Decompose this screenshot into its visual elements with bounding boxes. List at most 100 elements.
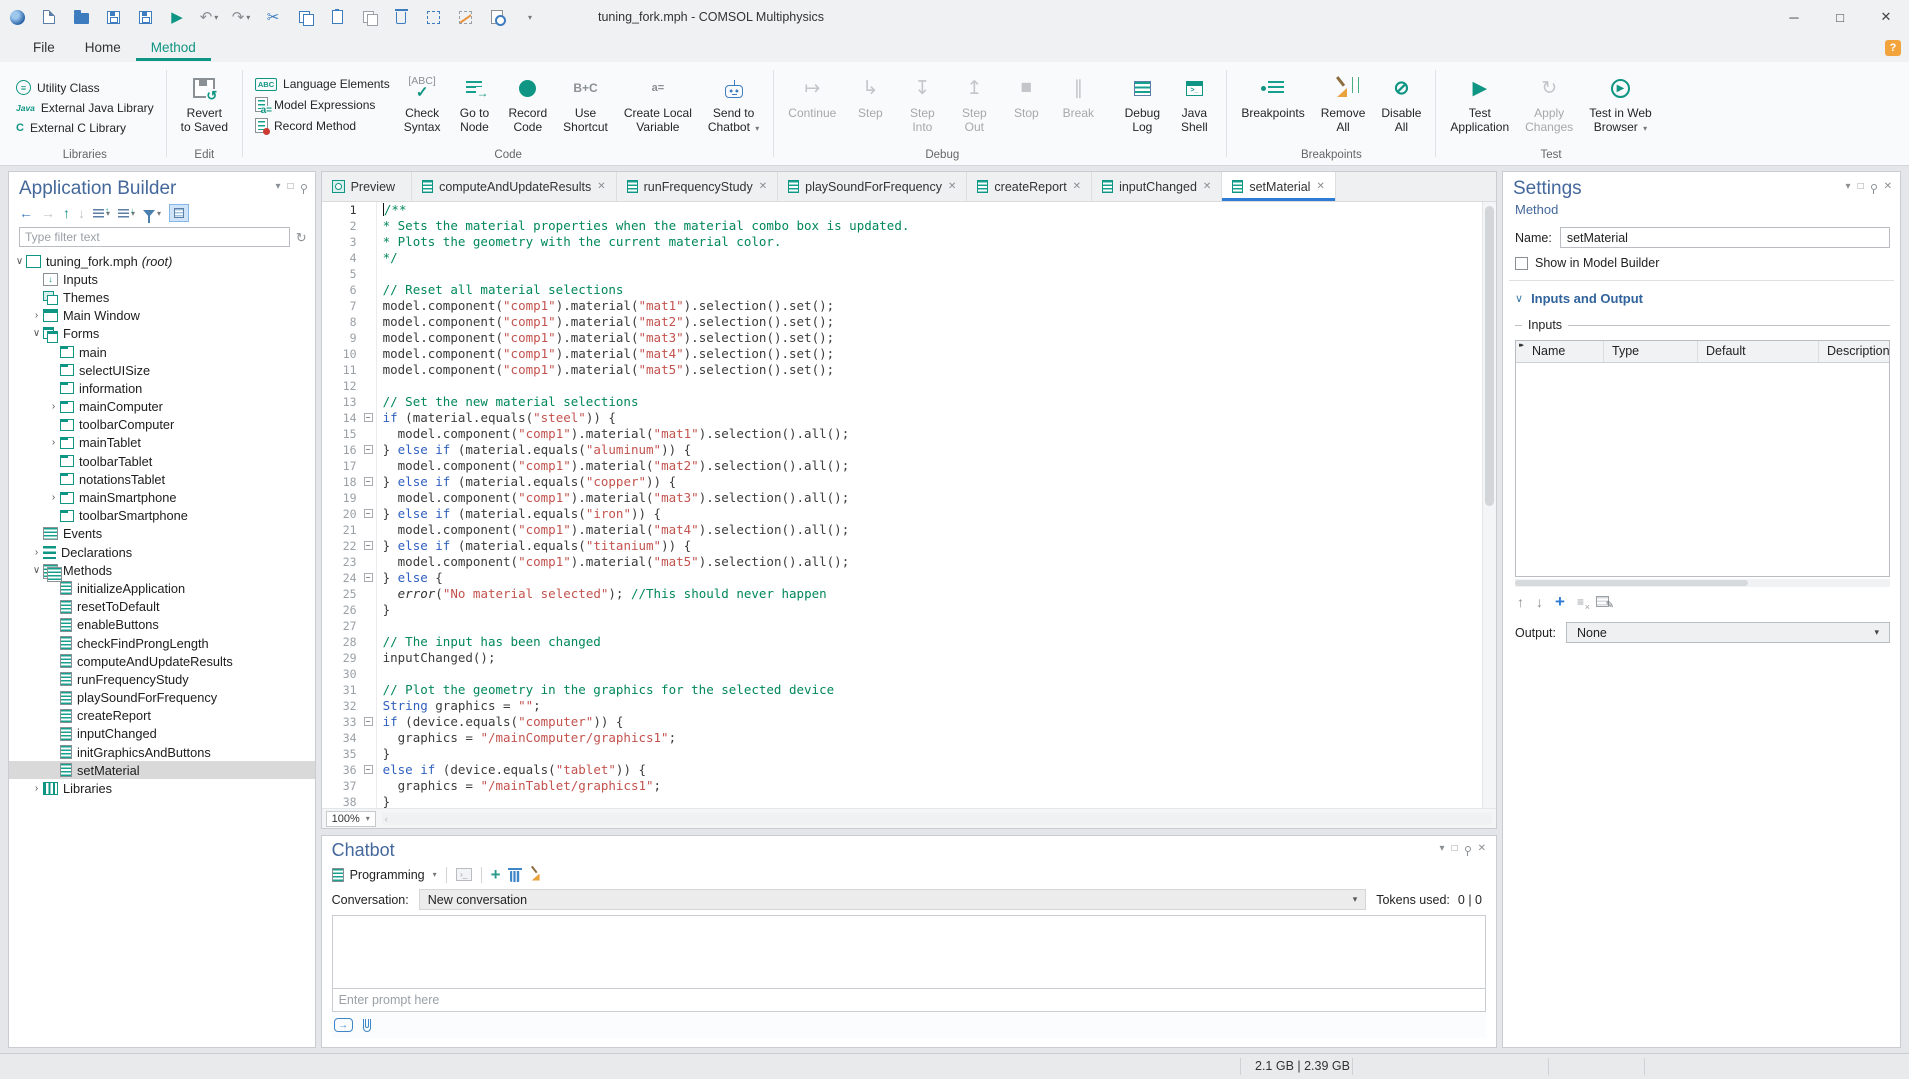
expand-all-icon[interactable]: ↑▾ bbox=[93, 209, 110, 218]
test-application-button[interactable]: ▶ Test Application bbox=[1442, 67, 1517, 134]
toolbar-overflow-icon[interactable]: ▾ bbox=[520, 8, 538, 26]
java-shell-button[interactable]: >_ Java Shell bbox=[1168, 67, 1220, 134]
send-prompt-icon[interactable]: → bbox=[334, 1018, 353, 1032]
tree-expander-icon[interactable]: ∨ bbox=[30, 328, 43, 339]
remove-all-button[interactable]: Remove All bbox=[1313, 67, 1374, 134]
code-line[interactable]: 21 model.component("comp1").material("ma… bbox=[322, 522, 1482, 538]
editor-tab[interactable]: computeAndUpdateResults ✕ bbox=[412, 172, 617, 201]
panel-float-icon[interactable]: □ bbox=[1858, 182, 1864, 192]
code-line[interactable]: 22−} else if (material.equals("titanium"… bbox=[322, 538, 1482, 554]
tree-item[interactable]: toolbarSmartphone bbox=[9, 507, 315, 525]
move-up-icon[interactable]: ↑ bbox=[1517, 595, 1524, 609]
editor-tab[interactable]: inputChanged ✕ bbox=[1092, 172, 1222, 201]
editor-tab[interactable]: Preview bbox=[322, 172, 412, 201]
tree-expander-icon[interactable]: › bbox=[30, 310, 43, 321]
code-line[interactable]: 27 bbox=[322, 618, 1482, 634]
add-input-icon[interactable]: + bbox=[1555, 593, 1565, 610]
column-header-name[interactable]: Name bbox=[1516, 341, 1604, 362]
show-preview-toggle[interactable] bbox=[169, 204, 189, 222]
pin-icon[interactable] bbox=[301, 184, 307, 190]
code-line[interactable]: 26} bbox=[322, 602, 1482, 618]
save-as-icon[interactable] bbox=[136, 8, 154, 26]
code-line[interactable]: 23 model.component("comp1").material("ma… bbox=[322, 554, 1482, 570]
menu-method[interactable]: Method bbox=[136, 36, 211, 61]
cut-icon[interactable]: ✂ bbox=[264, 8, 282, 26]
tab-close-icon[interactable]: ✕ bbox=[759, 181, 767, 192]
tree-item[interactable]: checkFindProngLength bbox=[9, 634, 315, 652]
clear-conversation-icon[interactable] bbox=[529, 868, 543, 882]
code-line[interactable]: 3* Plots the geometry with the current m… bbox=[322, 234, 1482, 250]
open-file-icon[interactable] bbox=[72, 8, 90, 26]
refresh-icon[interactable]: ↻ bbox=[296, 231, 307, 244]
delete-icon[interactable] bbox=[392, 8, 410, 26]
code-line[interactable]: 5 bbox=[322, 266, 1482, 282]
fold-toggle-icon[interactable]: − bbox=[364, 765, 373, 774]
column-header-description[interactable]: Description bbox=[1819, 341, 1890, 362]
editor-tab[interactable]: playSoundForFrequency ✕ bbox=[778, 172, 967, 201]
code-line[interactable]: 19 model.component("comp1").material("ma… bbox=[322, 490, 1482, 506]
record-code-button[interactable]: Record Code bbox=[500, 67, 555, 134]
code-line[interactable]: 37 graphics = "/mainTablet/graphics1"; bbox=[322, 778, 1482, 794]
deselect-box-icon[interactable] bbox=[456, 8, 474, 26]
tree-item[interactable]: initializeApplication bbox=[9, 579, 315, 597]
column-header-default[interactable]: Default bbox=[1698, 341, 1819, 362]
code-line[interactable]: 35} bbox=[322, 746, 1482, 762]
revert-to-saved-button[interactable]: Revert to Saved bbox=[173, 67, 236, 134]
panel-float-icon[interactable]: □ bbox=[288, 182, 294, 192]
tab-close-icon[interactable]: ✕ bbox=[1203, 181, 1211, 192]
pin-icon[interactable] bbox=[1871, 184, 1877, 190]
tree-item[interactable]: › mainComputer bbox=[9, 398, 315, 416]
tree-expander-icon[interactable]: ∨ bbox=[13, 256, 26, 267]
tree-item[interactable]: enableButtons bbox=[9, 616, 315, 634]
tree-item[interactable]: toolbarTablet bbox=[9, 452, 315, 470]
delete-input-icon[interactable]: ≡ bbox=[1577, 595, 1584, 609]
attach-file-icon[interactable] bbox=[363, 1019, 371, 1032]
record-method-button[interactable]: Record Method bbox=[249, 117, 396, 134]
select-box-icon[interactable] bbox=[424, 8, 442, 26]
code-line[interactable]: 29inputChanged(); bbox=[322, 650, 1482, 666]
code-line[interactable]: 8model.component("comp1").material("mat2… bbox=[322, 314, 1482, 330]
test-in-web-browser-button[interactable]: ▶ Test in Web Browser ▾ bbox=[1581, 67, 1659, 136]
table-horizontal-scrollbar[interactable] bbox=[1515, 579, 1890, 587]
help-icon[interactable]: ? bbox=[1885, 40, 1901, 56]
code-line[interactable]: 14−if (material.equals("steel")) { bbox=[322, 410, 1482, 426]
panel-close-icon[interactable]: ✕ bbox=[1478, 844, 1486, 854]
code-line[interactable]: 11model.component("comp1").material("mat… bbox=[322, 362, 1482, 378]
tree-item[interactable]: ∨ Forms bbox=[9, 325, 315, 343]
tree-expander-icon[interactable]: › bbox=[47, 437, 60, 448]
go-to-node-button[interactable]: → Go to Node bbox=[448, 67, 500, 134]
tree-expander-icon[interactable]: › bbox=[30, 547, 43, 558]
tree-item[interactable]: selectUISize bbox=[9, 361, 315, 379]
tree-item[interactable]: Events bbox=[9, 525, 315, 543]
back-icon[interactable]: ← bbox=[19, 205, 33, 221]
show-in-model-builder-checkbox[interactable] bbox=[1515, 257, 1528, 270]
minimize-button[interactable]: ─ bbox=[1771, 0, 1817, 34]
chatbot-mode-select[interactable]: Programming ▾ bbox=[332, 868, 437, 882]
editor-tab[interactable]: createReport ✕ bbox=[967, 172, 1092, 201]
tab-close-icon[interactable]: ✕ bbox=[1073, 181, 1081, 192]
code-line[interactable]: 13// Set the new material selections bbox=[322, 394, 1482, 410]
code-line[interactable]: 20−} else if (material.equals("iron")) { bbox=[322, 506, 1482, 522]
tree-item[interactable]: main bbox=[9, 343, 315, 361]
code-line[interactable]: 18−} else if (material.equals("copper"))… bbox=[322, 474, 1482, 490]
code-line[interactable]: 28// The input has been changed bbox=[322, 634, 1482, 650]
new-conversation-icon[interactable]: + bbox=[491, 866, 501, 883]
code-line[interactable]: 25 error("No material selected"); //This… bbox=[322, 586, 1482, 602]
panel-menu-icon[interactable]: ▾ bbox=[1440, 844, 1445, 854]
fold-toggle-icon[interactable]: − bbox=[364, 541, 373, 550]
tree-item[interactable]: › mainSmartphone bbox=[9, 488, 315, 506]
panel-close-icon[interactable]: ✕ bbox=[1884, 182, 1892, 192]
disable-all-button[interactable]: ⊘ Disable All bbox=[1373, 67, 1429, 134]
code-line[interactable]: 36−else if (device.equals("tablet")) { bbox=[322, 762, 1482, 778]
tree-item[interactable]: ∨ Methods bbox=[9, 561, 315, 579]
tree-item[interactable]: toolbarComputer bbox=[9, 416, 315, 434]
tree-item[interactable]: Themes bbox=[9, 288, 315, 306]
check-syntax-button[interactable]: [ABC]✓ Check Syntax bbox=[396, 67, 449, 134]
code-line[interactable]: 6// Reset all material selections bbox=[322, 282, 1482, 298]
tab-close-icon[interactable]: ✕ bbox=[597, 181, 605, 192]
menu-file[interactable]: File bbox=[18, 36, 70, 61]
delete-conversation-icon[interactable] bbox=[510, 871, 520, 882]
code-line[interactable]: 7model.component("comp1").material("mat1… bbox=[322, 298, 1482, 314]
paste-icon[interactable] bbox=[328, 8, 346, 26]
move-down-icon[interactable]: ↓ bbox=[1536, 595, 1543, 609]
